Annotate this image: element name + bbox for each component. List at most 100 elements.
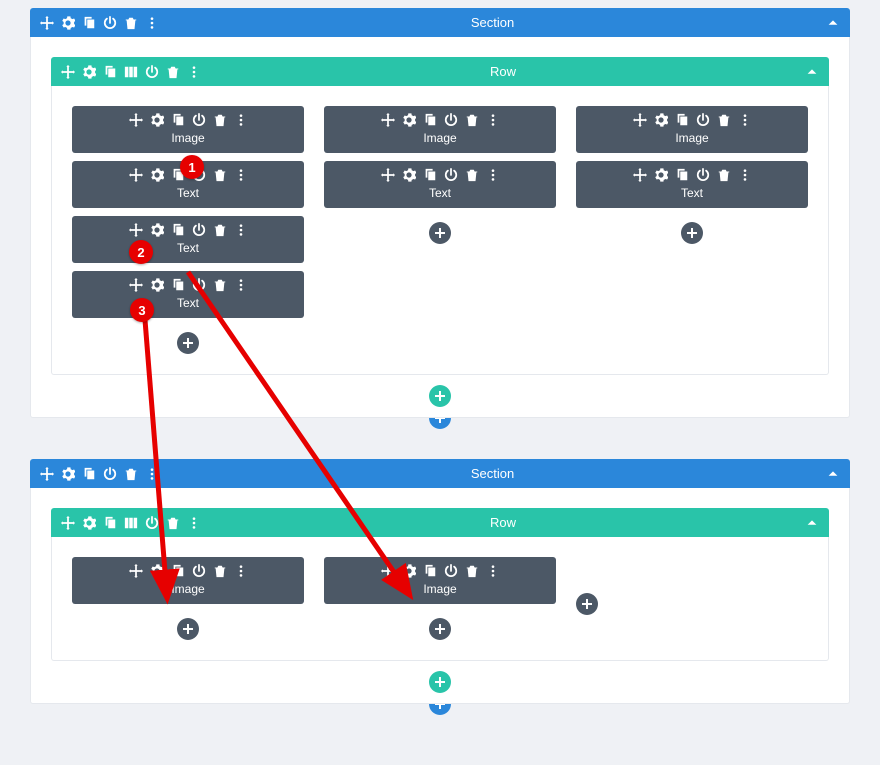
- row-header[interactable]: Row: [51, 508, 829, 537]
- more-icon[interactable]: [486, 113, 500, 127]
- duplicate-icon[interactable]: [103, 516, 117, 530]
- power-icon[interactable]: [145, 65, 159, 79]
- move-icon[interactable]: [381, 564, 395, 578]
- columns-icon[interactable]: [124, 65, 138, 79]
- more-icon[interactable]: [234, 278, 248, 292]
- collapse-icon[interactable]: [826, 467, 840, 481]
- duplicate-icon[interactable]: [171, 113, 185, 127]
- module-block[interactable]: Image: [72, 106, 304, 153]
- move-icon[interactable]: [61, 65, 75, 79]
- power-icon[interactable]: [444, 564, 458, 578]
- gear-icon[interactable]: [82, 516, 96, 530]
- more-icon[interactable]: [187, 516, 201, 530]
- more-icon[interactable]: [145, 16, 159, 30]
- module-block[interactable]: Image: [576, 106, 808, 153]
- trash-icon[interactable]: [213, 564, 227, 578]
- add-module-button[interactable]: [177, 332, 199, 354]
- power-icon[interactable]: [103, 16, 117, 30]
- move-icon[interactable]: [633, 113, 647, 127]
- collapse-icon[interactable]: [805, 516, 819, 530]
- trash-icon[interactable]: [213, 278, 227, 292]
- power-icon[interactable]: [444, 113, 458, 127]
- module-block[interactable]: Text: [324, 161, 556, 208]
- more-icon[interactable]: [486, 564, 500, 578]
- more-icon[interactable]: [234, 564, 248, 578]
- more-icon[interactable]: [486, 168, 500, 182]
- trash-icon[interactable]: [213, 113, 227, 127]
- gear-icon[interactable]: [654, 168, 668, 182]
- gear-icon[interactable]: [150, 113, 164, 127]
- gear-icon[interactable]: [150, 223, 164, 237]
- add-row-button[interactable]: [429, 671, 451, 693]
- move-icon[interactable]: [61, 516, 75, 530]
- move-icon[interactable]: [129, 564, 143, 578]
- power-icon[interactable]: [192, 564, 206, 578]
- columns-icon[interactable]: [124, 516, 138, 530]
- move-icon[interactable]: [633, 168, 647, 182]
- more-icon[interactable]: [234, 223, 248, 237]
- gear-icon[interactable]: [61, 16, 75, 30]
- gear-icon[interactable]: [150, 278, 164, 292]
- module-block[interactable]: Image: [324, 106, 556, 153]
- module-block[interactable]: Image: [72, 557, 304, 604]
- power-icon[interactable]: [192, 278, 206, 292]
- power-icon[interactable]: [103, 467, 117, 481]
- gear-icon[interactable]: [82, 65, 96, 79]
- duplicate-icon[interactable]: [423, 564, 437, 578]
- trash-icon[interactable]: [465, 113, 479, 127]
- duplicate-icon[interactable]: [82, 467, 96, 481]
- trash-icon[interactable]: [124, 467, 138, 481]
- more-icon[interactable]: [234, 113, 248, 127]
- more-icon[interactable]: [738, 113, 752, 127]
- move-icon[interactable]: [381, 113, 395, 127]
- power-icon[interactable]: [192, 113, 206, 127]
- trash-icon[interactable]: [717, 113, 731, 127]
- trash-icon[interactable]: [717, 168, 731, 182]
- power-icon[interactable]: [145, 516, 159, 530]
- move-icon[interactable]: [40, 16, 54, 30]
- trash-icon[interactable]: [213, 168, 227, 182]
- duplicate-icon[interactable]: [82, 16, 96, 30]
- gear-icon[interactable]: [402, 168, 416, 182]
- move-icon[interactable]: [381, 168, 395, 182]
- power-icon[interactable]: [192, 223, 206, 237]
- add-module-button[interactable]: [681, 222, 703, 244]
- add-module-button[interactable]: [576, 593, 598, 615]
- move-icon[interactable]: [40, 467, 54, 481]
- duplicate-icon[interactable]: [423, 168, 437, 182]
- add-row-button[interactable]: [429, 385, 451, 407]
- add-module-button[interactable]: [429, 618, 451, 640]
- gear-icon[interactable]: [654, 113, 668, 127]
- trash-icon[interactable]: [166, 516, 180, 530]
- more-icon[interactable]: [145, 467, 159, 481]
- gear-icon[interactable]: [402, 564, 416, 578]
- section-header[interactable]: Section: [30, 459, 850, 488]
- trash-icon[interactable]: [166, 65, 180, 79]
- duplicate-icon[interactable]: [171, 278, 185, 292]
- duplicate-icon[interactable]: [675, 113, 689, 127]
- duplicate-icon[interactable]: [423, 113, 437, 127]
- module-block[interactable]: Text: [576, 161, 808, 208]
- module-block[interactable]: Text: [72, 271, 304, 318]
- duplicate-icon[interactable]: [675, 168, 689, 182]
- add-module-button[interactable]: [429, 222, 451, 244]
- power-icon[interactable]: [444, 168, 458, 182]
- module-block[interactable]: Image: [324, 557, 556, 604]
- more-icon[interactable]: [187, 65, 201, 79]
- power-icon[interactable]: [696, 168, 710, 182]
- move-icon[interactable]: [129, 278, 143, 292]
- move-icon[interactable]: [129, 113, 143, 127]
- gear-icon[interactable]: [61, 467, 75, 481]
- collapse-icon[interactable]: [826, 16, 840, 30]
- gear-icon[interactable]: [150, 564, 164, 578]
- more-icon[interactable]: [738, 168, 752, 182]
- power-icon[interactable]: [696, 113, 710, 127]
- move-icon[interactable]: [129, 223, 143, 237]
- trash-icon[interactable]: [465, 564, 479, 578]
- trash-icon[interactable]: [213, 223, 227, 237]
- section-header[interactable]: Section: [30, 8, 850, 37]
- module-block[interactable]: Text: [72, 216, 304, 263]
- more-icon[interactable]: [234, 168, 248, 182]
- move-icon[interactable]: [129, 168, 143, 182]
- row-header[interactable]: Row: [51, 57, 829, 86]
